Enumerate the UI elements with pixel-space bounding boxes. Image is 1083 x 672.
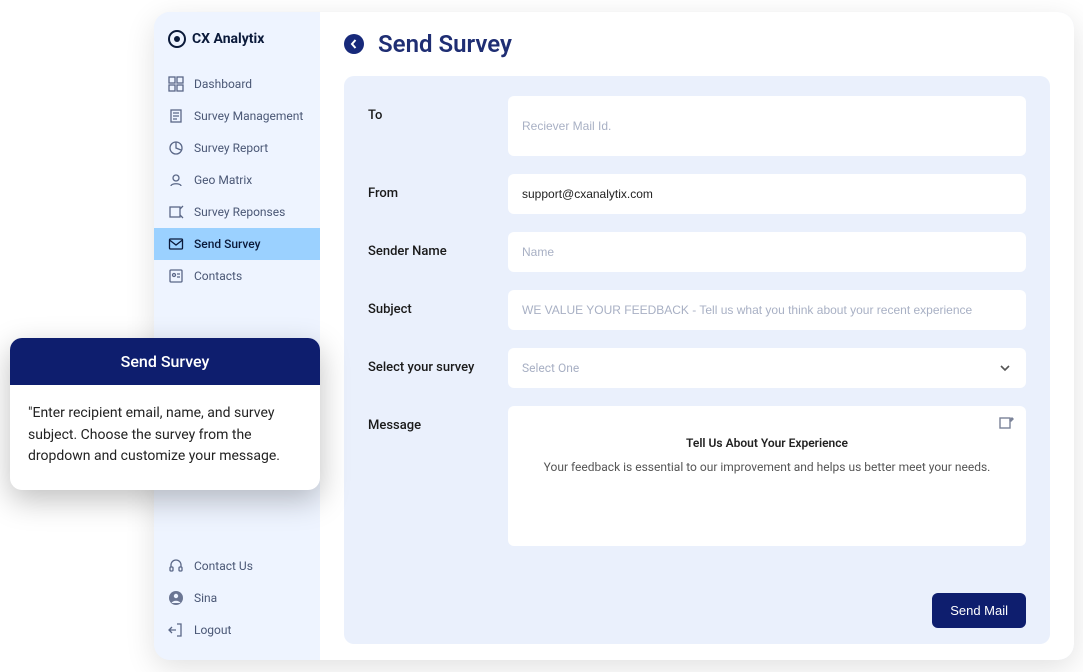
sidebar-item-label: Geo Matrix — [194, 173, 252, 187]
main-content: Send Survey To From Sender Name Subject … — [320, 12, 1074, 660]
sidebar-item-dashboard[interactable]: Dashboard — [154, 68, 320, 100]
survey-select-placeholder: Select One — [522, 361, 579, 375]
sidebar-item-label: Logout — [194, 623, 231, 637]
callout-card: Send Survey "Enter recipient email, name… — [10, 338, 320, 490]
to-label: To — [368, 96, 488, 123]
chevron-left-icon — [349, 39, 359, 49]
sidebar-item-user[interactable]: Sina — [154, 582, 320, 614]
headset-icon — [168, 558, 184, 574]
sender-label: Sender Name — [368, 232, 488, 259]
sidebar-bottom: Contact Us Sina Logout — [154, 540, 320, 646]
back-button[interactable] — [344, 34, 364, 54]
chevron-down-icon — [998, 361, 1012, 375]
message-editor[interactable]: Tell Us About Your Experience Your feedb… — [508, 406, 1026, 546]
callout-body: "Enter recipient email, name, and survey… — [10, 385, 320, 490]
from-input[interactable] — [508, 174, 1026, 214]
to-input[interactable] — [508, 96, 1026, 156]
subject-input[interactable] — [508, 290, 1026, 330]
message-title: Tell Us About Your Experience — [686, 436, 848, 450]
sidebar-item-logout[interactable]: Logout — [154, 614, 320, 646]
survey-select[interactable]: Select One — [508, 348, 1026, 388]
message-body: Your feedback is essential to our improv… — [544, 460, 991, 474]
from-label: From — [368, 174, 488, 201]
form-row-to: To — [368, 96, 1026, 156]
logout-icon — [168, 622, 184, 638]
brand: CX Analytix — [154, 30, 320, 68]
form-row-subject: Subject — [368, 290, 1026, 330]
mail-icon — [168, 236, 184, 252]
sidebar-item-label: Survey Report — [194, 141, 268, 155]
form-panel: To From Sender Name Subject Select your … — [344, 76, 1050, 644]
location-icon — [168, 172, 184, 188]
app-window: CX Analytix Dashboard Survey Management … — [154, 12, 1074, 660]
page-title: Send Survey — [378, 30, 512, 58]
sidebar-item-send-survey[interactable]: Send Survey — [154, 228, 320, 260]
brand-logo-icon — [168, 30, 186, 48]
dashboard-icon — [168, 76, 184, 92]
contacts-icon — [168, 268, 184, 284]
sender-name-input[interactable] — [508, 232, 1026, 272]
form-row-message: Message Tell Us About Your Experience Yo… — [368, 406, 1026, 565]
sidebar-item-contact-us[interactable]: Contact Us — [154, 550, 320, 582]
sidebar-item-contacts[interactable]: Contacts — [154, 260, 320, 292]
clipboard-icon — [168, 108, 184, 124]
sidebar-item-label: Survey Reponses — [194, 205, 285, 219]
send-mail-button[interactable]: Send Mail — [932, 593, 1026, 628]
sidebar-item-label: Contacts — [194, 269, 242, 283]
form-row-sender: Sender Name — [368, 232, 1026, 272]
responses-icon — [168, 204, 184, 220]
survey-label: Select your survey — [368, 348, 488, 375]
sidebar-item-survey-responses[interactable]: Survey Reponses — [154, 196, 320, 228]
form-row-survey: Select your survey Select One — [368, 348, 1026, 388]
brand-name: CX Analytix — [192, 31, 264, 47]
sidebar-item-label: Contact Us — [194, 559, 253, 573]
sidebar-item-survey-management[interactable]: Survey Management — [154, 100, 320, 132]
sidebar-item-geo-matrix[interactable]: Geo Matrix — [154, 164, 320, 196]
sidebar: CX Analytix Dashboard Survey Management … — [154, 12, 320, 660]
page-header: Send Survey — [344, 30, 1050, 58]
sidebar-item-label: Dashboard — [194, 77, 252, 91]
form-row-from: From — [368, 174, 1026, 214]
sidebar-item-label: Survey Management — [194, 109, 303, 123]
subject-label: Subject — [368, 290, 488, 317]
edit-icon[interactable] — [998, 416, 1014, 432]
callout-title: Send Survey — [10, 338, 320, 385]
sidebar-item-survey-report[interactable]: Survey Report — [154, 132, 320, 164]
pie-chart-icon — [168, 140, 184, 156]
sidebar-item-label: Sina — [194, 591, 217, 605]
user-avatar-icon — [168, 590, 184, 606]
message-label: Message — [368, 406, 488, 433]
sidebar-item-label: Send Survey — [194, 237, 261, 251]
